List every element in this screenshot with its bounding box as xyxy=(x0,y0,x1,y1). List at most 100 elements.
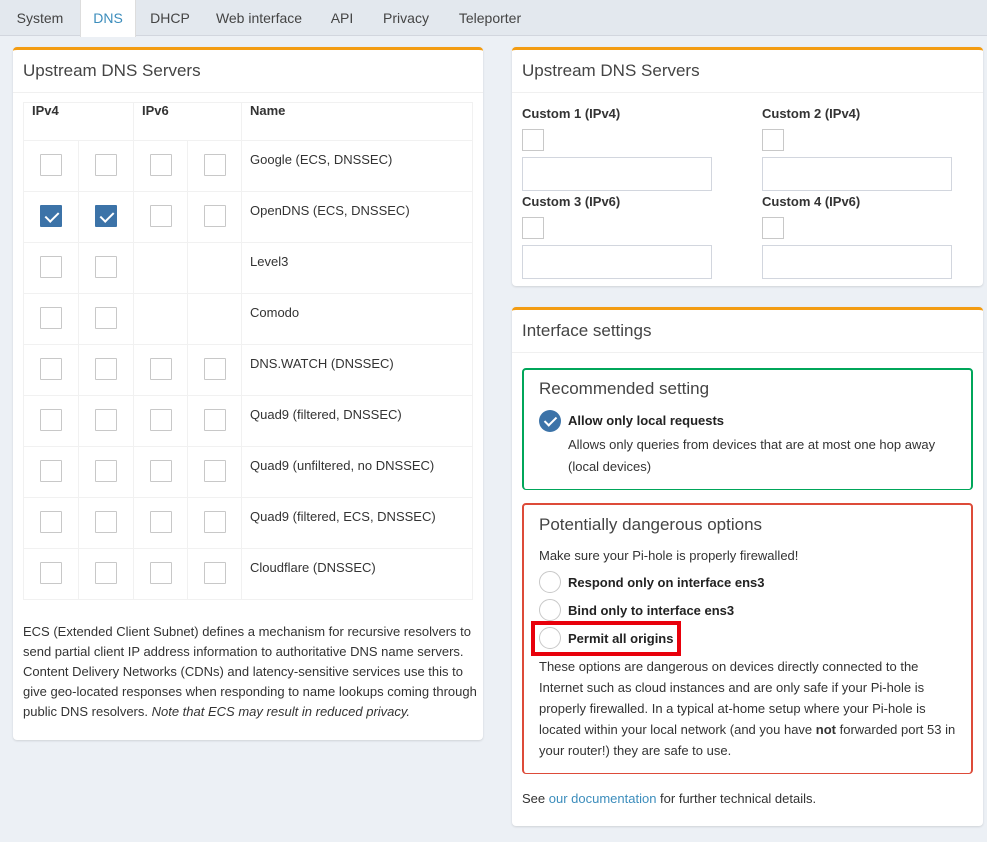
ipv4-checkbox-1[interactable] xyxy=(40,358,62,380)
ipv6-checkbox-2[interactable] xyxy=(203,511,226,533)
footer-post: for further technical details. xyxy=(656,791,817,806)
ipv4-checkbox-1[interactable] xyxy=(40,460,62,482)
ipv4-checkbox-2[interactable] xyxy=(95,409,117,431)
server-name: OpenDNS (ECS, DNSSEC) xyxy=(241,191,473,243)
checkbox-cell xyxy=(187,242,242,294)
custom2-checkbox[interactable] xyxy=(762,129,784,151)
tab-system[interactable]: System xyxy=(0,0,80,36)
ipv6-checkbox-1[interactable] xyxy=(149,460,172,482)
ipv6-checkbox-1[interactable] xyxy=(149,205,172,227)
recommended-title: Recommended setting xyxy=(539,379,710,398)
dangerous-desc-bold: not xyxy=(815,722,836,737)
dangerous-desc: These options are dangerous on devices d… xyxy=(539,656,959,761)
table-row: Comodo xyxy=(23,293,473,345)
tab-dhcp[interactable]: DHCP xyxy=(138,0,202,36)
ipv6-checkbox-1[interactable] xyxy=(149,409,172,431)
ipv6-checkbox-1[interactable] xyxy=(149,358,172,380)
server-name: DNS.WATCH (DNSSEC) xyxy=(241,344,473,396)
ipv4-checkbox-2[interactable] xyxy=(95,205,117,227)
checkbox-cell xyxy=(23,242,79,294)
upstream-dns-table: IPv4 IPv6 Name Google (ECS, DNSSEC) OpenD… xyxy=(23,102,473,600)
tab-api[interactable]: API xyxy=(318,0,366,36)
ipv4-checkbox-2[interactable] xyxy=(95,256,117,278)
interface-settings-box: Interface settings Recommended setting A… xyxy=(512,307,983,826)
checkbox-cell xyxy=(23,191,79,243)
custom4-input[interactable] xyxy=(762,245,952,279)
table-row: Quad9 (unfiltered, no DNSSEC) xyxy=(23,446,473,498)
tab-privacy[interactable]: Privacy xyxy=(372,0,440,36)
ipv6-checkbox-1[interactable] xyxy=(149,154,172,176)
server-name: Quad9 (unfiltered, no DNSSEC) xyxy=(241,446,473,498)
ipv4-checkbox-1[interactable] xyxy=(40,562,62,584)
custom3-input[interactable] xyxy=(522,245,712,279)
table-row: Quad9 (filtered, ECS, DNSSEC) xyxy=(23,497,473,549)
custom4-label: Custom 4 (IPv6) xyxy=(762,194,861,209)
respond-interface-label[interactable]: Respond only on interface ens3 xyxy=(568,575,765,590)
ipv4-checkbox-1[interactable] xyxy=(40,205,62,227)
ipv4-checkbox-2[interactable] xyxy=(95,358,117,380)
server-name: Level3 xyxy=(241,242,473,294)
checkbox-cell xyxy=(78,446,134,498)
custom3-checkbox[interactable] xyxy=(522,217,544,239)
ipv4-checkbox-1[interactable] xyxy=(40,511,62,533)
ipv6-checkbox-1[interactable] xyxy=(149,511,172,533)
checkbox-cell xyxy=(23,293,79,345)
checkbox-cell xyxy=(133,548,188,600)
checkbox-cell xyxy=(133,293,188,345)
ipv4-checkbox-1[interactable] xyxy=(40,154,62,176)
respond-interface-radio[interactable] xyxy=(539,571,561,593)
custom1-checkbox[interactable] xyxy=(522,129,544,151)
ipv6-checkbox-2[interactable] xyxy=(203,460,226,482)
custom1-input[interactable] xyxy=(522,157,712,191)
ipv4-checkbox-1[interactable] xyxy=(40,307,62,329)
checkbox-cell xyxy=(187,293,242,345)
tab-teleporter[interactable]: Teleporter xyxy=(448,0,532,36)
checkbox-cell xyxy=(187,140,242,192)
custom3-label: Custom 3 (IPv6) xyxy=(522,194,621,209)
table-row: Google (ECS, DNSSEC) xyxy=(23,140,473,192)
ipv6-checkbox-2[interactable] xyxy=(203,358,226,380)
tab-dns[interactable]: DNS xyxy=(80,0,136,37)
checkbox-cell xyxy=(78,395,134,447)
tab-web-interface[interactable]: Web interface xyxy=(208,0,310,36)
ipv4-checkbox-2[interactable] xyxy=(95,460,117,482)
name-header: Name xyxy=(241,102,473,141)
upstream-dns-title: Upstream DNS Servers xyxy=(13,50,483,93)
ipv4-checkbox-2[interactable] xyxy=(95,307,117,329)
ipv6-checkbox-1[interactable] xyxy=(149,562,172,584)
server-name: Google (ECS, DNSSEC) xyxy=(241,140,473,192)
checkbox-cell xyxy=(78,344,134,396)
ipv6-checkbox-2[interactable] xyxy=(203,562,226,584)
checkbox-cell xyxy=(78,497,134,549)
interface-settings-title: Interface settings xyxy=(512,310,983,353)
upstream-dns-rows: Google (ECS, DNSSEC) OpenDNS (ECS, DNSSEC… xyxy=(23,140,473,600)
server-name: Quad9 (filtered, DNSSEC) xyxy=(241,395,473,447)
allow-local-radio[interactable] xyxy=(539,410,561,432)
checkbox-cell xyxy=(187,548,242,600)
allow-local-label[interactable]: Allow only local requests xyxy=(568,413,724,428)
ipv4-checkbox-2[interactable] xyxy=(95,154,117,176)
ipv4-checkbox-1[interactable] xyxy=(40,256,62,278)
documentation-link[interactable]: our documentation xyxy=(549,791,657,806)
ipv6-checkbox-2[interactable] xyxy=(203,409,226,431)
checkbox-cell xyxy=(133,497,188,549)
table-row: OpenDNS (ECS, DNSSEC) xyxy=(23,191,473,243)
bind-interface-label[interactable]: Bind only to interface ens3 xyxy=(568,603,734,618)
ipv4-checkbox-2[interactable] xyxy=(95,562,117,584)
checkbox-cell xyxy=(187,344,242,396)
ipv6-checkbox-2[interactable] xyxy=(203,154,226,176)
ipv4-checkbox-2[interactable] xyxy=(95,511,117,533)
custom-upstream-title: Upstream DNS Servers xyxy=(512,50,983,93)
dangerous-title: Potentially dangerous options xyxy=(539,515,763,534)
checkbox-cell xyxy=(78,191,134,243)
custom4-checkbox[interactable] xyxy=(762,217,784,239)
ipv6-checkbox-2[interactable] xyxy=(203,205,226,227)
custom1-label: Custom 1 (IPv4) xyxy=(522,106,621,121)
server-name: Comodo xyxy=(241,293,473,345)
checkbox-cell xyxy=(23,344,79,396)
bind-interface-radio[interactable] xyxy=(539,599,561,621)
custom2-input[interactable] xyxy=(762,157,952,191)
custom-upstream-box: Upstream DNS Servers Custom 1 (IPv4) Cus… xyxy=(512,47,983,286)
ipv4-checkbox-1[interactable] xyxy=(40,409,62,431)
upstream-dns-box: Upstream DNS Servers IPv4 IPv6 Name Goog… xyxy=(13,47,483,740)
